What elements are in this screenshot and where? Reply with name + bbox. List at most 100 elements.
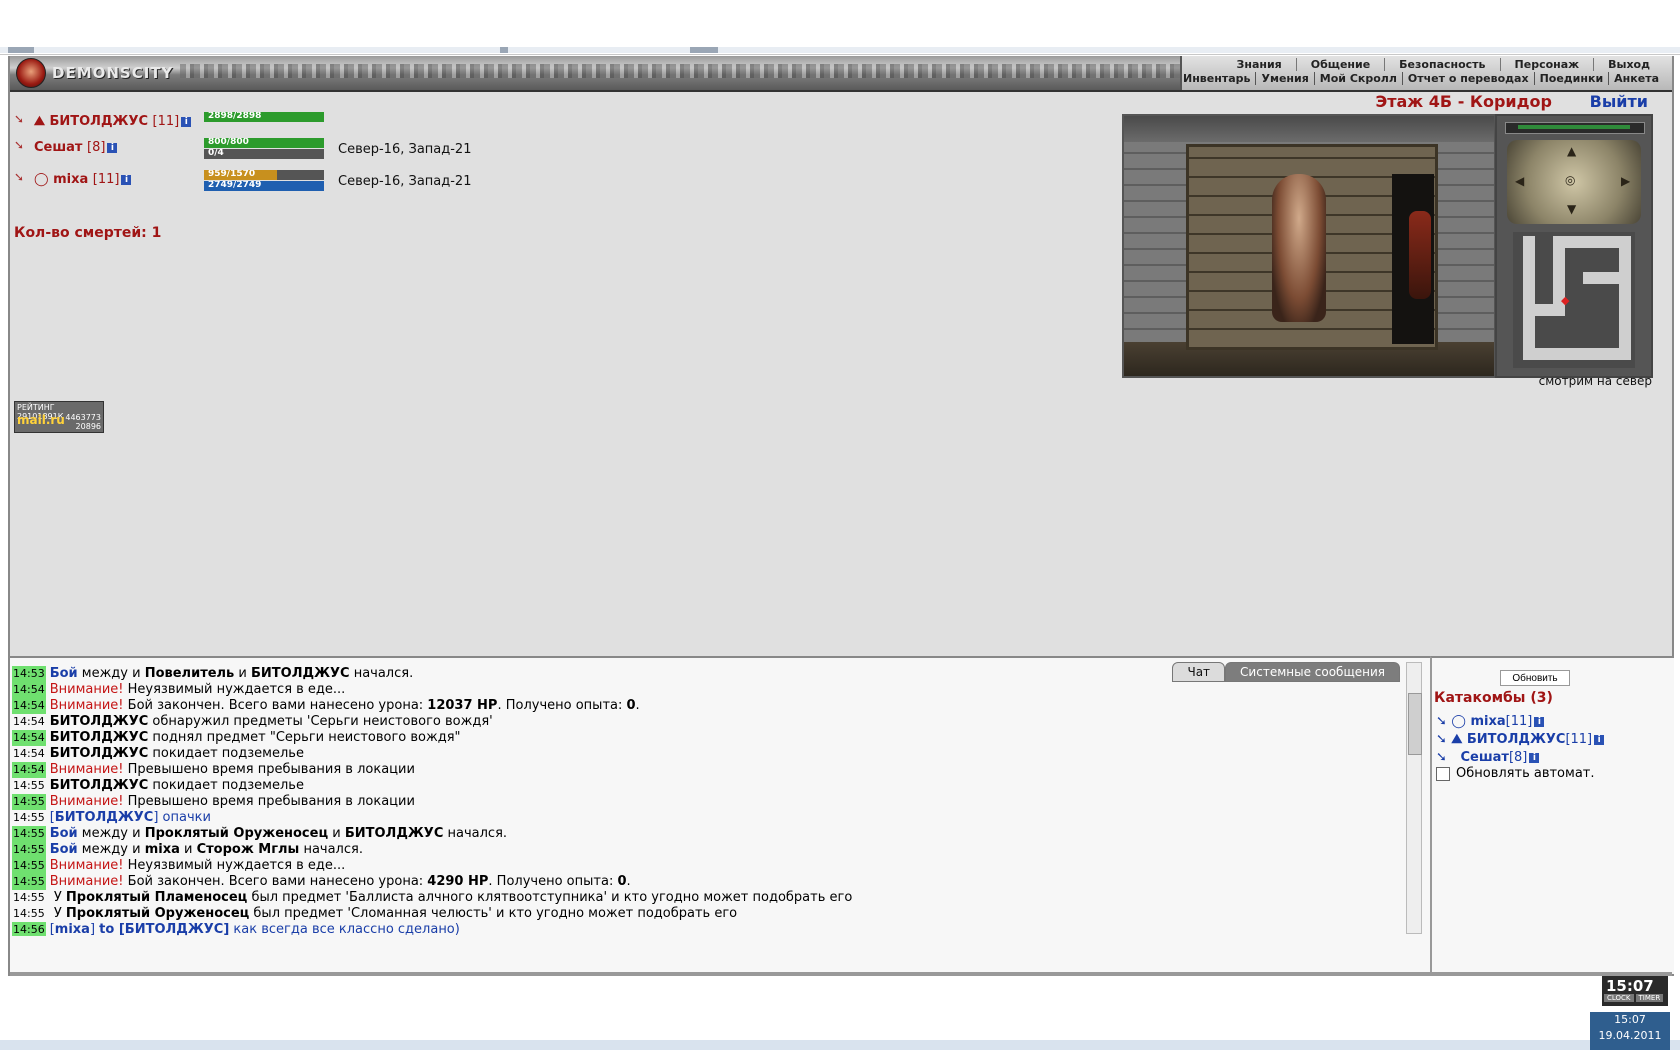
online-member[interactable]: ➘ ⛰ БИТОЛДЖУС[11] i bbox=[1436, 732, 1605, 747]
party-member-name[interactable]: ⛰ БИТОЛДЖУС [11] i bbox=[34, 114, 192, 129]
menu-item-profile[interactable]: Анкета bbox=[1609, 72, 1664, 85]
tab-system-messages[interactable]: Системные сообщения bbox=[1225, 662, 1400, 682]
chat-text: 0 bbox=[617, 874, 627, 889]
online-member[interactable]: ➘ ◯ mixa[11] i bbox=[1436, 714, 1545, 729]
chat-text: покидает подземелье bbox=[148, 746, 304, 761]
scrollbar-thumb[interactable] bbox=[1408, 693, 1422, 755]
info-icon[interactable]: i bbox=[1594, 734, 1605, 745]
chat-text: БИТОЛДЖУС bbox=[251, 666, 350, 681]
chat-text: БИТОЛДЖУС bbox=[49, 730, 149, 745]
chat-timestamp[interactable]: 14:55 bbox=[12, 874, 46, 890]
exit-location-link[interactable]: Выйти bbox=[1590, 92, 1648, 111]
tab-chat[interactable]: Чат bbox=[1172, 662, 1226, 682]
turn-left-icon[interactable]: ◀ bbox=[1515, 174, 1524, 188]
party-arrow-icon[interactable]: ➘ bbox=[14, 112, 24, 126]
chat-text: Проклятый Оруженосец bbox=[144, 826, 329, 841]
chat-timestamp[interactable]: 14:54 bbox=[12, 746, 46, 762]
auto-refresh-option[interactable]: Обновлять автомат. bbox=[1436, 766, 1595, 781]
info-icon[interactable]: i bbox=[1529, 752, 1540, 763]
chat-text: и bbox=[234, 666, 251, 681]
monster-figure[interactable] bbox=[1272, 174, 1326, 322]
party-arrow-icon[interactable]: ➘ bbox=[14, 170, 24, 184]
chat-log[interactable]: 14:53 Бой между и Повелитель и БИТОЛДЖУС … bbox=[12, 666, 1406, 936]
chat-timestamp[interactable]: 14:56 bbox=[12, 922, 46, 936]
chat-text: ] опачки bbox=[153, 810, 211, 825]
chat-timestamp[interactable]: 14:55 bbox=[12, 778, 46, 794]
chat-timestamp[interactable]: 14:54 bbox=[12, 762, 46, 778]
clock-label[interactable]: CLOCK bbox=[1604, 994, 1634, 1002]
death-count: Кол-во смертей: 1 bbox=[14, 225, 162, 241]
chat-line: 14:54 БИТОЛДЖУС поднял предмет "Серьги не… bbox=[12, 730, 1406, 746]
chat-text: БИТОЛДЖУС bbox=[49, 714, 149, 729]
chat-text: был предмет 'Сломанная челюсть' и кто уг… bbox=[249, 906, 738, 921]
party-member-name[interactable]: ◯ mixa [11] i bbox=[34, 172, 132, 187]
chat-text: обнаружил предметы 'Серьги неистового во… bbox=[148, 714, 493, 729]
chat-scrollbar[interactable] bbox=[1406, 662, 1422, 934]
guard-figure[interactable] bbox=[1409, 211, 1431, 299]
chat-text: Проклятый Оруженосец bbox=[65, 906, 250, 921]
chat-text: mixa bbox=[144, 842, 180, 857]
menu-item-transfer-report[interactable]: Отчет о переводах bbox=[1403, 72, 1535, 85]
chat-timestamp[interactable]: 14:53 bbox=[12, 666, 46, 682]
ring-emblem-icon: ◯ bbox=[34, 172, 49, 187]
clan-emblem-icon: ⛰ bbox=[34, 114, 45, 129]
chat-timestamp[interactable]: 14:54 bbox=[12, 714, 46, 730]
chat-timestamp[interactable]: 14:54 bbox=[12, 730, 46, 746]
online-member[interactable]: ➘ Сешат[8] i bbox=[1436, 750, 1540, 765]
mailru-rating-counter[interactable]: РЕЙТИНГ 29101891К mail.ru 4463773 20896 bbox=[14, 401, 104, 433]
chat-timestamp[interactable]: 14:55 bbox=[12, 826, 46, 842]
timer-label[interactable]: TIMER bbox=[1635, 994, 1664, 1002]
os-taskbar bbox=[0, 1040, 1680, 1050]
menu-item-character[interactable]: Персонаж bbox=[1501, 58, 1595, 71]
system-clock[interactable]: 15:07 19.04.2011 bbox=[1590, 1012, 1670, 1050]
menu-item-communication[interactable]: Общение bbox=[1297, 58, 1386, 71]
chat-text: Проклятый Пламеносец bbox=[65, 890, 248, 905]
chat-line: 14:54 Внимание! Неуязвимый нуждается в ед… bbox=[12, 682, 1406, 698]
menu-item-exit[interactable]: Выход bbox=[1594, 58, 1664, 71]
party-arrow-icon[interactable]: ➘ bbox=[14, 138, 24, 152]
menu-item-knowledge[interactable]: Знания bbox=[1223, 58, 1297, 71]
info-icon[interactable]: i bbox=[1534, 716, 1545, 727]
chat-text: начался. bbox=[299, 842, 363, 857]
direction-controls[interactable]: ▲ ▼ ◀ ▶ ◎ bbox=[1507, 140, 1641, 224]
demon-emblem-icon bbox=[16, 58, 46, 88]
chat-line: 14:55 У Проклятый Пламеносец был предмет… bbox=[12, 890, 1406, 906]
bottom-blank-area bbox=[0, 976, 1600, 1040]
chat-timestamp[interactable]: 14:55 bbox=[12, 858, 46, 874]
chat-text: покидает подземелье bbox=[148, 778, 304, 793]
refresh-view-icon[interactable]: ◎ bbox=[1565, 173, 1575, 187]
chat-tabs: Чат Системные сообщения bbox=[1172, 662, 1400, 682]
party-member-name[interactable]: Сешат [8] i bbox=[34, 140, 118, 155]
chat-line: 14:55 Внимание! Превышено время пребывани… bbox=[12, 794, 1406, 810]
menu-item-duels[interactable]: Поединки bbox=[1535, 72, 1610, 85]
chat-text: Внимание! bbox=[49, 682, 124, 697]
game-logo[interactable]: DEMONSCITY bbox=[16, 58, 173, 88]
menu-item-inventory[interactable]: Инвентарь bbox=[1178, 72, 1257, 85]
chat-text: Превышено время пребывания в локации bbox=[123, 794, 415, 809]
move-forward-icon[interactable]: ▲ bbox=[1567, 144, 1576, 158]
chat-timestamp[interactable]: 14:54 bbox=[12, 682, 46, 698]
chat-text: . bbox=[635, 698, 640, 713]
refresh-button[interactable]: Обновить bbox=[1500, 670, 1570, 686]
chat-text: между и bbox=[77, 826, 145, 841]
menu-item-security[interactable]: Безопасность bbox=[1385, 58, 1501, 71]
chat-text: Внимание! bbox=[49, 858, 124, 873]
chat-timestamp[interactable]: 14:55 bbox=[12, 842, 46, 858]
chat-timestamp[interactable]: 14:55 bbox=[12, 890, 46, 906]
info-icon[interactable]: i bbox=[107, 142, 118, 153]
chat-text: ] bbox=[89, 922, 100, 936]
chat-timestamp[interactable]: 14:55 bbox=[12, 794, 46, 810]
info-icon[interactable]: i bbox=[181, 116, 192, 127]
chat-timestamp[interactable]: 14:54 bbox=[12, 698, 46, 714]
move-back-icon[interactable]: ▼ bbox=[1567, 202, 1576, 216]
turn-right-icon[interactable]: ▶ bbox=[1621, 174, 1630, 188]
chat-timestamp[interactable]: 14:55 bbox=[12, 810, 46, 826]
chat-text: Внимание! bbox=[49, 794, 124, 809]
hp-bar: 959/1570 bbox=[204, 170, 324, 180]
auto-refresh-checkbox[interactable] bbox=[1436, 766, 1450, 781]
menu-item-my-scroll[interactable]: Мой Скролл bbox=[1315, 72, 1403, 85]
menu-item-skills[interactable]: Умения bbox=[1256, 72, 1315, 85]
info-icon[interactable]: i bbox=[121, 174, 132, 185]
chat-timestamp[interactable]: 14:55 bbox=[12, 906, 46, 922]
dungeon-view[interactable] bbox=[1122, 114, 1496, 378]
